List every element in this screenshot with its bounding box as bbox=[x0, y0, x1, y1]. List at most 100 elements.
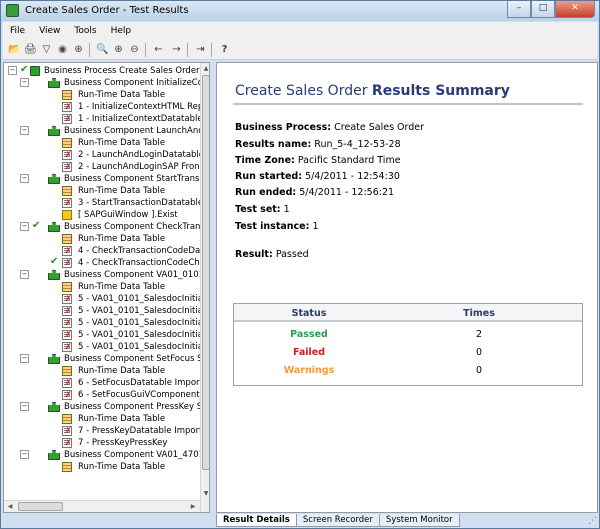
scroll-down-arrow-icon[interactable]: ▼ bbox=[201, 488, 209, 499]
results-name-label: Results name: bbox=[235, 139, 312, 150]
tree-node-label: Run-Time Data Table bbox=[78, 414, 166, 424]
report-icon[interactable]: ◉ bbox=[55, 42, 70, 57]
collapse-icon[interactable]: − bbox=[20, 78, 29, 87]
tree-node-step[interactable]: 1 - InitializeContextHTML Rep bbox=[48, 101, 203, 113]
sap-gui-window-icon bbox=[62, 210, 72, 220]
tab-system-monitor[interactable]: System Monitor bbox=[378, 514, 460, 527]
tree-node-step[interactable]: 7 - PressKeyPressKey bbox=[48, 437, 198, 449]
tree-node-step[interactable]: 5 - VA01_0101_SalesdocInitials bbox=[48, 329, 209, 341]
collapse-icon[interactable]: − bbox=[20, 174, 29, 183]
tree-node-component[interactable]: − Business Component SetFocus Su bbox=[20, 353, 208, 365]
tree-node-step[interactable]: 1 - InitializeContextDatatable I bbox=[48, 113, 208, 125]
tree-node-component[interactable]: − Business Component StartTransa bbox=[20, 173, 205, 185]
tree-node-data-table[interactable]: Run-Time Data Table bbox=[48, 137, 198, 149]
business-component-icon bbox=[48, 222, 60, 232]
run-started-label: Run started: bbox=[235, 171, 303, 182]
tree-node-label: Business Component InitializeCon bbox=[64, 78, 209, 88]
tree-node-data-table[interactable]: Run-Time Data Table bbox=[48, 365, 198, 377]
tree-vertical-scrollbar[interactable]: ▲ ▼ bbox=[200, 63, 209, 512]
tree-node-label: Business Component PressKey Su bbox=[64, 402, 208, 412]
close-button[interactable]: ✕ bbox=[555, 1, 595, 18]
find-icon[interactable]: 🔍 bbox=[95, 42, 110, 57]
tree-node-step[interactable]: 6 - SetFocusGuiVComponent_ bbox=[48, 389, 204, 401]
tree-node-label: 5 - VA01_0101_SalesdocInitials bbox=[78, 318, 210, 328]
status-column-header: Status bbox=[291, 308, 327, 319]
test-set-line: Test set: 1 bbox=[235, 204, 290, 215]
maximize-button[interactable]: □ bbox=[531, 1, 555, 18]
open-icon[interactable]: 📂 bbox=[7, 42, 22, 57]
tree-node-step[interactable]: 5 - VA01_0101_SalesdocInitials bbox=[48, 293, 209, 305]
help-icon[interactable]: ? bbox=[217, 42, 232, 57]
export-icon[interactable]: ⊕ bbox=[71, 42, 86, 57]
menu-file[interactable]: File bbox=[3, 26, 32, 36]
tree-node-data-table[interactable]: Run-Time Data Table bbox=[48, 233, 198, 245]
tree-node-component[interactable]: − Business Component InitializeCon bbox=[20, 77, 208, 89]
zoom-in-icon[interactable]: ⊕ bbox=[111, 42, 126, 57]
tree-node-data-table[interactable]: Run-Time Data Table bbox=[48, 461, 198, 473]
tree-node-component[interactable]: − Business Component LaunchAnd bbox=[20, 125, 204, 137]
tree-node-label: 5 - VA01_0101_SalesdocInitials bbox=[78, 342, 210, 352]
tree-node-step[interactable]: 5 - VA01_0101_SalesdocInitials bbox=[48, 305, 209, 317]
tree-node-step[interactable]: 5 - VA01_0101_SalesdocInitials bbox=[48, 341, 209, 353]
toolbar-separator bbox=[145, 43, 146, 57]
step-failed-icon bbox=[62, 245, 72, 257]
forward-arrow-icon[interactable]: → bbox=[169, 42, 184, 57]
test-set-value: 1 bbox=[283, 204, 290, 215]
result-line: Result: Passed bbox=[235, 249, 309, 260]
tree-node-data-table[interactable]: Run-Time Data Table bbox=[48, 413, 198, 425]
collapse-icon[interactable]: − bbox=[20, 402, 29, 411]
menu-view[interactable]: View bbox=[32, 26, 67, 36]
run-ended-label: Run ended: bbox=[235, 187, 297, 198]
collapse-icon[interactable]: − bbox=[20, 354, 29, 363]
minimize-button[interactable]: – bbox=[507, 1, 531, 18]
scroll-right-arrow-icon[interactable]: ▶ bbox=[188, 501, 198, 512]
go-to-node-icon[interactable]: ⇥ bbox=[193, 42, 208, 57]
tree-node-step[interactable]: 4 - CheckTransactionCodeDat bbox=[48, 245, 204, 257]
tree-node-step[interactable]: 6 - SetFocusDatatable Import bbox=[48, 377, 203, 389]
step-failed-icon bbox=[62, 257, 72, 269]
tree-node-component[interactable]: − ✔ Business Component CheckTrans bbox=[20, 220, 205, 233]
step-failed-icon bbox=[62, 317, 72, 329]
tree-node-component[interactable]: − Business Component VA01_0101_ bbox=[20, 269, 208, 281]
warnings-label: Warnings bbox=[283, 365, 335, 376]
step-failed-icon bbox=[62, 341, 72, 353]
back-arrow-icon[interactable]: ← bbox=[151, 42, 166, 57]
tree-node-business-process[interactable]: − ✔ Business Process Create Sales Order … bbox=[8, 64, 208, 77]
tree-node-step[interactable]: 3 - StartTransactionDatatable bbox=[48, 197, 203, 209]
tab-result-details[interactable]: Result Details bbox=[216, 514, 297, 527]
zoom-out-icon[interactable]: ⊖ bbox=[127, 42, 142, 57]
collapse-icon[interactable]: − bbox=[20, 450, 29, 459]
filter-icon[interactable]: ▽ bbox=[39, 42, 54, 57]
collapse-icon[interactable]: − bbox=[8, 66, 17, 75]
tree-node-step[interactable]: [ SAPGuiWindow ].Exist bbox=[48, 209, 198, 221]
tree-node-label: 6 - SetFocusDatatable Import bbox=[78, 378, 203, 388]
print-icon[interactable]: 🖨 bbox=[23, 42, 38, 57]
tree-node-step[interactable]: 2 - LaunchAndLoginSAP Fron bbox=[48, 161, 200, 173]
scroll-left-arrow-icon[interactable]: ◀ bbox=[5, 501, 15, 512]
tree-node-data-table[interactable]: Run-Time Data Table bbox=[48, 89, 198, 101]
tree-hscroll-thumb[interactable] bbox=[18, 502, 63, 511]
scroll-up-arrow-icon[interactable]: ▲ bbox=[201, 63, 209, 74]
collapse-icon[interactable]: − bbox=[20, 126, 29, 135]
tree-node-label: 4 - CheckTransactionCodeCh bbox=[78, 258, 200, 268]
tree-scroll-thumb[interactable] bbox=[202, 75, 209, 470]
results-tree: − ✔ Business Process Create Sales Order … bbox=[3, 62, 210, 513]
tree-node-component[interactable]: − Business Component VA01_4701_ bbox=[20, 449, 208, 461]
results-summary-pane: Create Sales Order Results Summary Busin… bbox=[216, 62, 598, 513]
collapse-icon[interactable]: − bbox=[20, 222, 29, 231]
tree-horizontal-scrollbar[interactable]: ◀ ▶ bbox=[4, 500, 200, 512]
collapse-icon[interactable]: − bbox=[20, 270, 29, 279]
menu-tools[interactable]: Tools bbox=[67, 26, 103, 36]
resize-grip-icon[interactable]: ⋰ bbox=[588, 516, 597, 526]
menu-help[interactable]: Help bbox=[104, 26, 139, 36]
tree-node-step[interactable]: ✔ 4 - CheckTransactionCodeCh bbox=[48, 256, 200, 269]
tree-node-step[interactable]: 7 - PressKeyDatatable Import bbox=[48, 425, 202, 437]
tab-screen-recorder[interactable]: Screen Recorder bbox=[295, 514, 380, 527]
tree-node-step[interactable]: 2 - LaunchAndLoginDatatable bbox=[48, 149, 204, 161]
pane-splitter[interactable] bbox=[211, 62, 215, 526]
tree-node-data-table[interactable]: Run-Time Data Table bbox=[48, 281, 198, 293]
tree-node-data-table[interactable]: Run-Time Data Table bbox=[48, 185, 198, 197]
tree-node-component[interactable]: − Business Component PressKey Su bbox=[20, 401, 208, 413]
title-bar[interactable]: Create Sales Order - Test Results – □ ✕ bbox=[1, 1, 599, 21]
tree-node-step[interactable]: 5 - VA01_0101_SalesdocInitials bbox=[48, 317, 209, 329]
